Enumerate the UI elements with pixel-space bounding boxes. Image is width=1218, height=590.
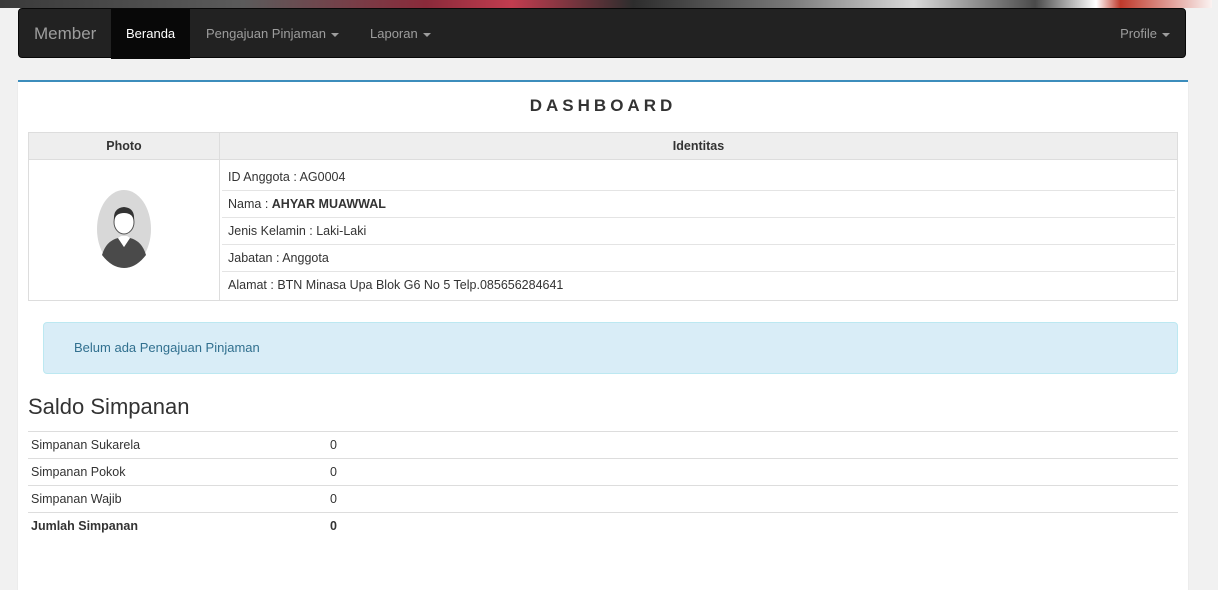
- identity-row-address: Alamat : BTN Minasa Upa Blok G6 No 5 Tel…: [222, 272, 1175, 298]
- nav-item-pengajuan-pinjaman[interactable]: Pengajuan Pinjaman: [191, 9, 354, 59]
- gender-label: Jenis Kelamin :: [228, 223, 317, 238]
- table-row: Simpanan Wajib 0: [28, 485, 1178, 513]
- identity-table: Photo Identitas ID Anggota : AG0004 Nama…: [28, 132, 1178, 301]
- identity-header: Identitas: [219, 132, 1178, 160]
- saldo-value: 0: [327, 485, 1178, 513]
- nav-item-label: Pengajuan Pinjaman: [206, 26, 326, 41]
- gender-value: Laki-Laki: [316, 223, 367, 238]
- chevron-down-icon: [1162, 32, 1170, 37]
- nav-item-label: Laporan: [370, 26, 418, 41]
- header-banner-image: [0, 0, 1218, 8]
- saldo-total-label: Jumlah Simpanan: [28, 512, 327, 539]
- saldo-label: Simpanan Sukarela: [28, 431, 327, 459]
- nav-item-label: Profile: [1120, 26, 1157, 41]
- saldo-label: Simpanan Pokok: [28, 458, 327, 486]
- identity-cell: ID Anggota : AG0004 Nama : AHYAR MUAWWAL…: [219, 159, 1178, 301]
- avatar: [97, 189, 151, 268]
- nav-item-label: Beranda: [126, 26, 176, 41]
- identity-row-id: ID Anggota : AG0004: [222, 164, 1175, 191]
- scrollbar[interactable]: [1212, 0, 1218, 579]
- address-label: Alamat :: [228, 277, 278, 292]
- navbar-brand[interactable]: Member: [34, 9, 96, 59]
- id-value: AG0004: [299, 169, 346, 184]
- dashboard-panel: DASHBOARD Photo Identitas ID Anggota : A…: [18, 80, 1188, 590]
- saldo-label: Simpanan Wajib: [28, 485, 327, 513]
- nav-item-laporan[interactable]: Laporan: [355, 9, 446, 59]
- identity-row-gender: Jenis Kelamin : Laki-Laki: [222, 218, 1175, 245]
- chevron-down-icon: [422, 32, 431, 37]
- photo-header: Photo: [28, 132, 220, 160]
- top-navbar: Member Beranda Pengajuan Pinjaman Lapora…: [18, 8, 1186, 59]
- id-label: ID Anggota :: [228, 169, 300, 184]
- position-label: Jabatan :: [228, 250, 283, 265]
- address-value: BTN Minasa Upa Blok G6 No 5 Telp.0856562…: [277, 277, 564, 292]
- saldo-table: Simpanan Sukarela 0 Simpanan Pokok 0 Sim…: [28, 431, 1178, 539]
- page-title: DASHBOARD: [529, 96, 677, 115]
- alert-text: Belum ada Pengajuan Pinjaman: [74, 340, 260, 355]
- photo-cell: [28, 159, 220, 301]
- table-row: Simpanan Sukarela 0: [28, 431, 1178, 459]
- saldo-title: Saldo Simpanan: [28, 394, 190, 419]
- saldo-value: 0: [327, 431, 1178, 459]
- table-row: Simpanan Pokok 0: [28, 458, 1178, 486]
- nav-item-beranda[interactable]: Beranda: [111, 9, 191, 59]
- identity-row-position: Jabatan : Anggota: [222, 245, 1175, 272]
- saldo-value: 0: [327, 458, 1178, 486]
- info-alert: Belum ada Pengajuan Pinjaman: [43, 322, 1178, 374]
- saldo-total-value: 0: [327, 512, 1178, 539]
- table-row-total: Jumlah Simpanan 0: [28, 512, 1178, 539]
- name-value: AHYAR MUAWWAL: [271, 196, 386, 211]
- chevron-down-icon: [330, 32, 339, 37]
- nav-item-profile[interactable]: Profile: [1105, 9, 1185, 59]
- identity-row-name: Nama : AHYAR MUAWWAL: [222, 191, 1175, 218]
- name-label: Nama :: [228, 196, 272, 211]
- position-value: Anggota: [282, 250, 329, 265]
